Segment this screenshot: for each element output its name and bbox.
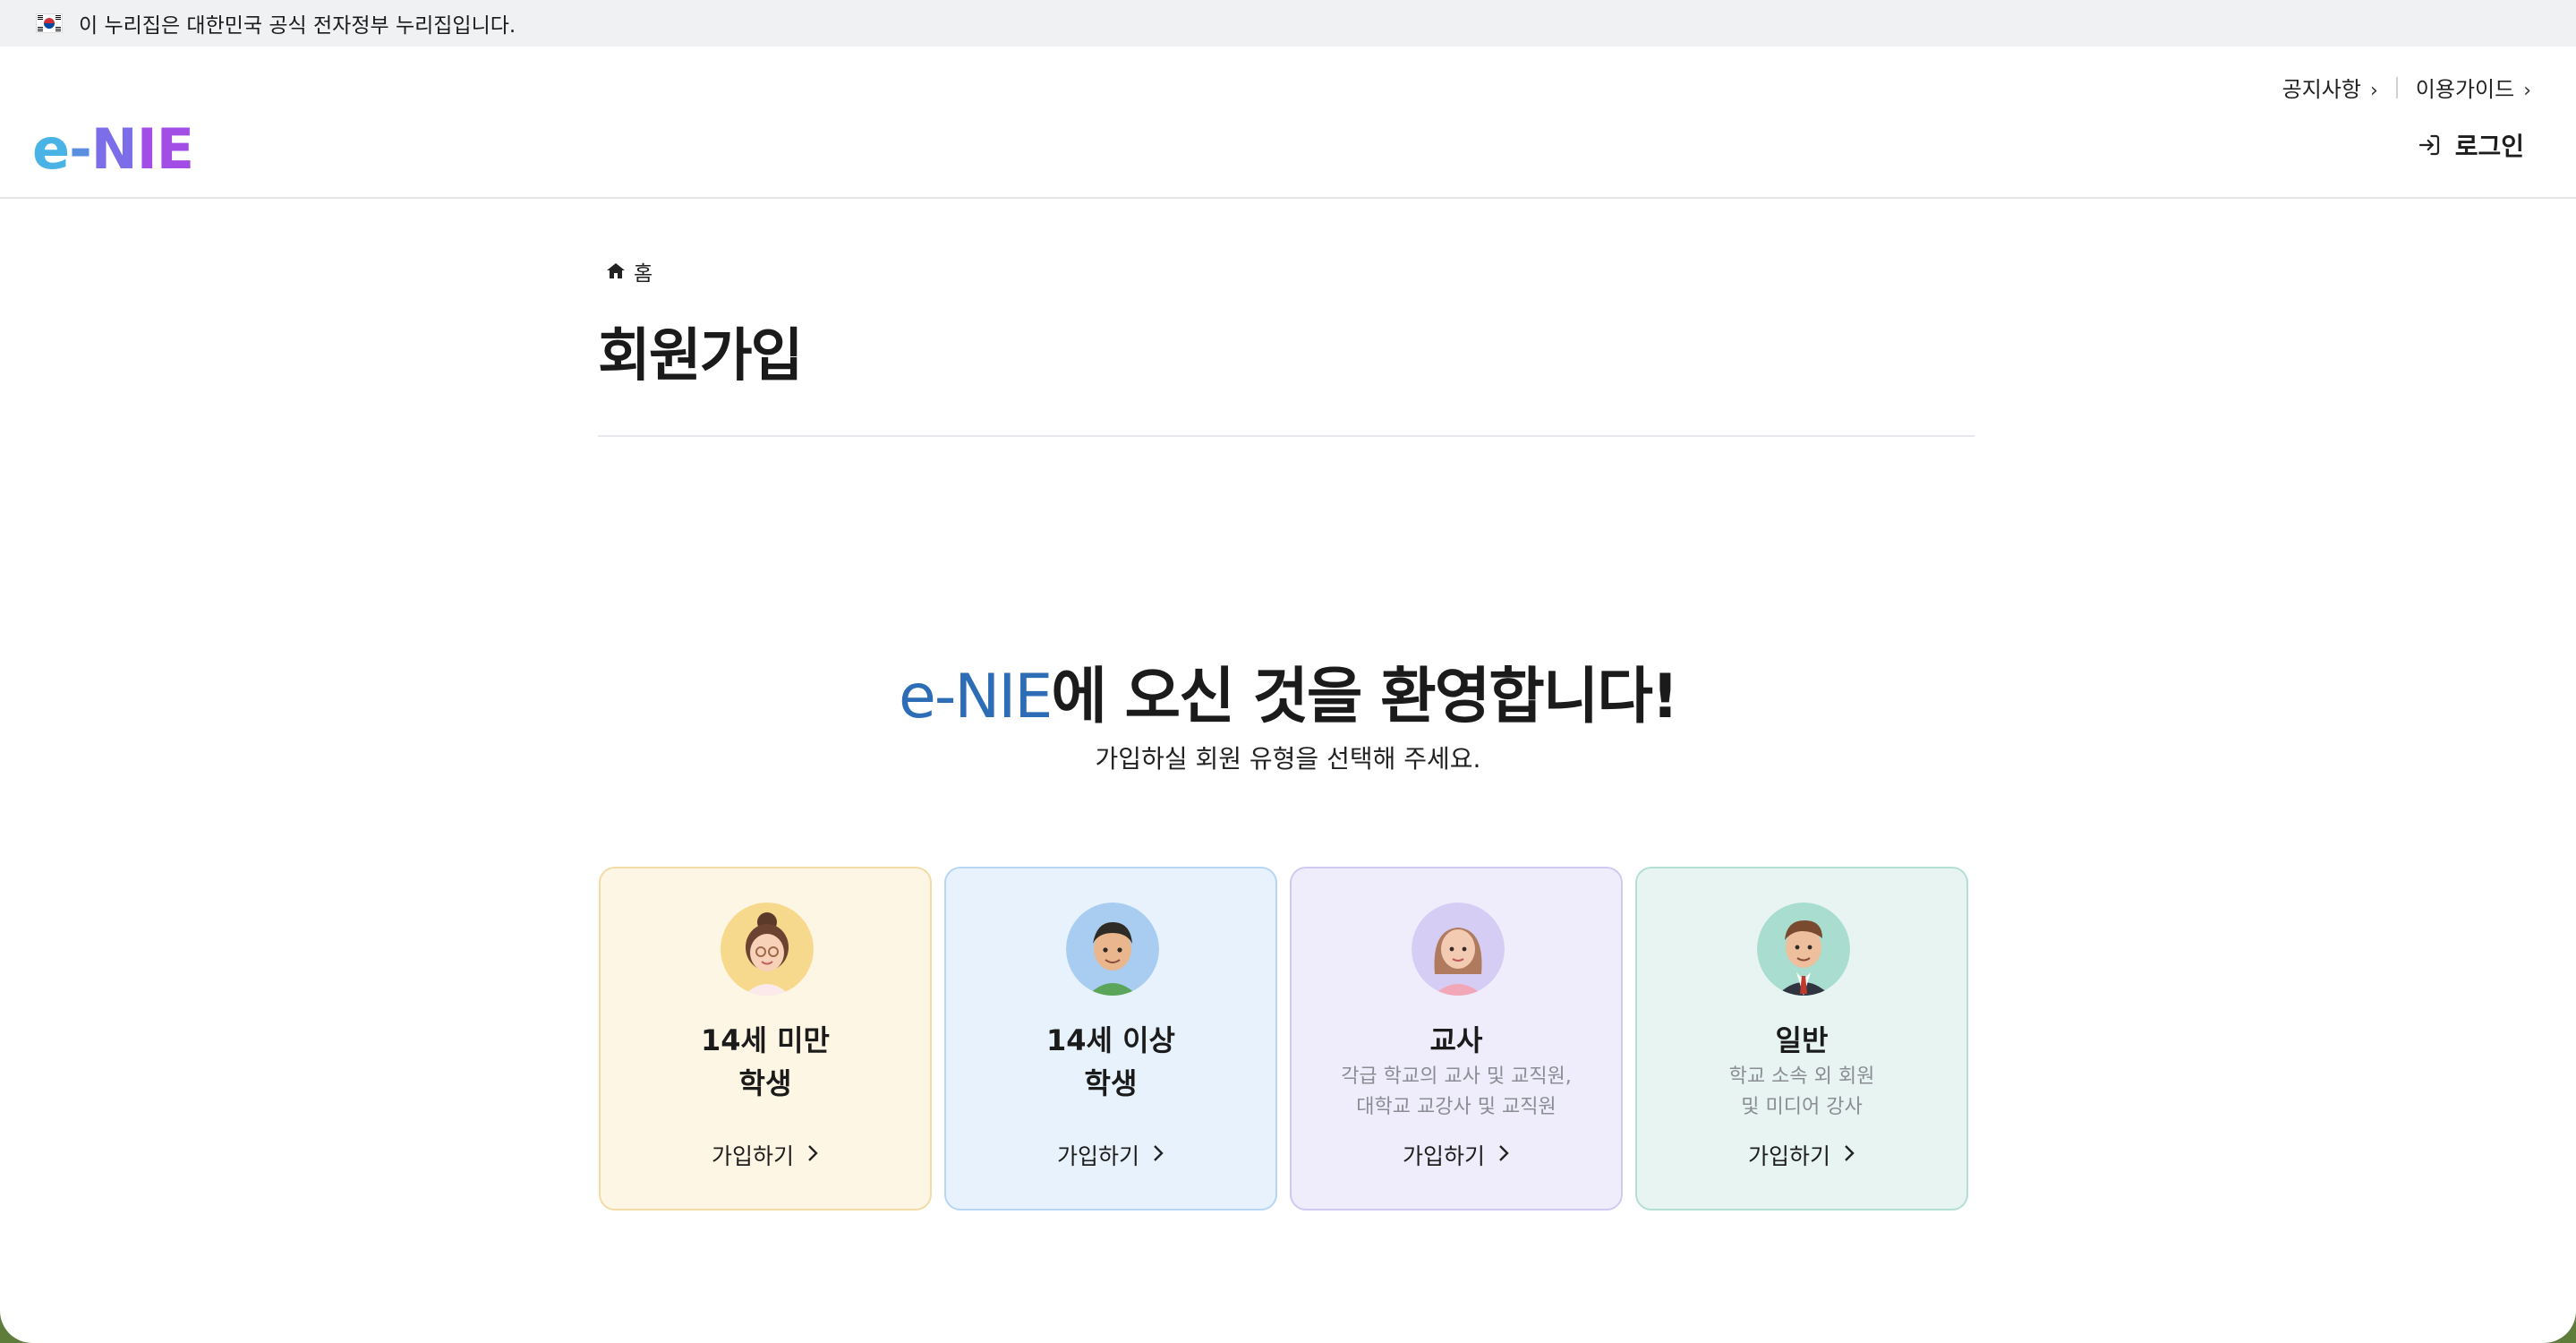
signup-button[interactable]: 가입하기 [1292,1139,1621,1171]
student-boy-avatar [1066,902,1159,996]
card-desc-line: 대학교 교강사 및 교직원 [1356,1096,1557,1118]
teacher-avatar [1412,902,1505,996]
page-title: 회원가입 [598,323,804,389]
card-general[interactable]: 일반 학교 소속 외 회원 및 미디어 강사 가입하기 [1635,867,1968,1210]
link-divider [2395,76,2398,98]
card-desc-line: 학교 소속 외 회원 [1728,1065,1875,1088]
korean-flag-icon [36,13,63,33]
card-desc-line: 각급 학교의 교사 및 교직원, [1341,1065,1572,1088]
student-girl-avatar [721,902,814,996]
chevron-right-icon: › [2523,80,2531,102]
card-title-line: 학생 [738,1066,792,1100]
chevron-right-icon [1497,1142,1510,1168]
card-title-line: 14세 미만 [701,1023,830,1057]
card-title: 14세 이상 학생 [946,1019,1275,1105]
browser-page: 이 누리집은 대한민국 공식 전자정부 누리집입니다. e-NIE 공지사항 › … [0,0,2576,1343]
breadcrumb: 홈 [605,256,653,287]
signup-button-label: 가입하기 [1747,1143,1830,1169]
notice-link-label: 공지사항 [2282,77,2361,102]
card-title-line: 학생 [1084,1066,1138,1100]
login-label: 로그인 [2454,132,2524,161]
signup-button[interactable]: 가입하기 [1637,1139,1966,1171]
card-teacher[interactable]: 교사 각급 학교의 교사 및 교직원, 대학교 교강사 및 교직원 가입하기 [1290,867,1623,1210]
general-member-avatar [1757,902,1850,996]
signup-button[interactable]: 가입하기 [601,1139,930,1171]
logo-dash: - [69,116,92,182]
card-description: 학교 소속 외 회원 및 미디어 강사 [1637,1062,1966,1123]
welcome-text: 에 오신 것을 환영합니다! [1051,662,1679,732]
card-title: 14세 미만 학생 [601,1019,930,1105]
card-title-line: 일반 [1775,1023,1829,1057]
logo-ie: IE [136,116,194,182]
chevron-right-icon [806,1142,819,1168]
gov-banner: 이 누리집은 대한민국 공식 전자정부 누리집입니다. [0,0,2576,47]
title-divider [598,435,1975,437]
home-icon[interactable] [605,261,627,282]
card-description: 각급 학교의 교사 및 교직원, 대학교 교강사 및 교직원 [1292,1062,1621,1123]
signup-button[interactable]: 가입하기 [946,1139,1275,1171]
card-under-14-student[interactable]: 14세 미만 학생 가입하기 [599,867,932,1210]
chevron-right-icon: › [2369,80,2378,102]
welcome-subtitle: 가입하실 회원 유형을 선택해 주세요. [1095,744,1481,774]
guide-link-label: 이용가이드 [2415,77,2515,102]
signup-button-label: 가입하기 [711,1143,794,1169]
card-title: 교사 [1292,1019,1621,1062]
welcome-brand: e-NIE [899,662,1053,732]
chevron-right-icon [1152,1142,1164,1168]
signup-button-label: 가입하기 [1056,1143,1139,1169]
logo-e: e [32,116,70,182]
breadcrumb-home[interactable]: 홈 [634,256,653,287]
gov-banner-text: 이 누리집은 대한민국 공식 전자정부 누리집입니다. [79,14,516,38]
utility-links: 공지사항 › 이용가이드 › [2282,72,2531,103]
signup-button-label: 가입하기 [1402,1143,1485,1169]
member-type-cards: 14세 미만 학생 가입하기 14세 이상 학생 가입하기 교사 각급 학교의 … [599,867,1968,1210]
site-header: e-NIE 공지사항 › 이용가이드 › 로그인 [0,47,2576,199]
login-icon [2418,134,2439,156]
guide-link[interactable]: 이용가이드 › [2416,72,2531,103]
card-title: 일반 [1637,1019,1966,1062]
login-button[interactable]: 로그인 [2416,127,2524,163]
card-title-line: 14세 이상 [1046,1023,1175,1057]
site-logo[interactable]: e-NIE [32,116,194,182]
card-desc-line: 및 미디어 강사 [1741,1096,1863,1118]
card-over-14-student[interactable]: 14세 이상 학생 가입하기 [944,867,1277,1210]
notice-link[interactable]: 공지사항 › [2282,72,2378,103]
welcome-heading: e-NIE에 오신 것을 환영합니다! [0,646,2576,735]
logo-n: N [90,116,138,182]
chevron-right-icon [1843,1142,1855,1168]
card-title-line: 교사 [1429,1023,1483,1057]
